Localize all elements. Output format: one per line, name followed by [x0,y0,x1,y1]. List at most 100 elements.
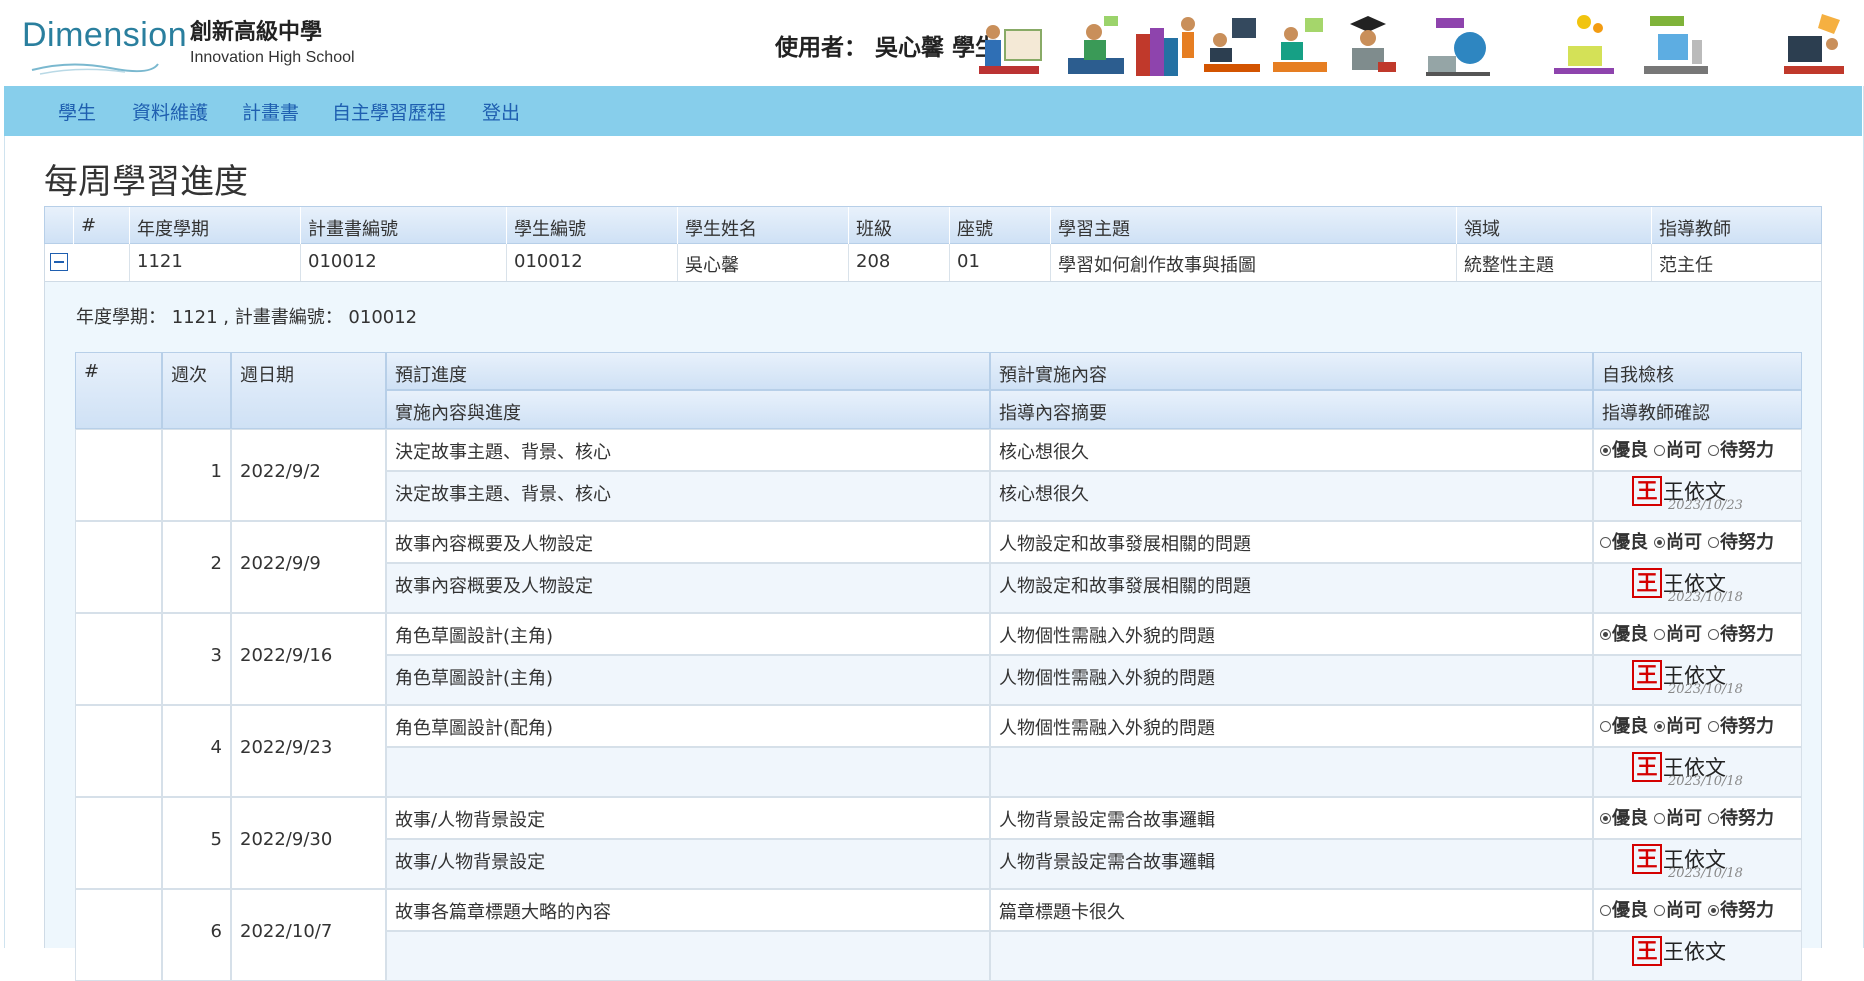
radio-dot-icon[interactable] [1708,537,1719,548]
inner-header-guidance[interactable]: 指導內容摘要 [990,390,1593,429]
inner-header-num[interactable]: # [75,352,162,429]
radio-dot-icon[interactable] [1654,537,1665,548]
self-check-cell: 優良 尚可 待努力 [1593,429,1802,471]
col-header-plan-id[interactable]: 計畫書編號 [308,215,398,241]
teacher-signature: 王王依文 2023/10/18 [1632,844,1743,881]
self-check-radio-0[interactable]: 優良 [1600,896,1648,922]
actual-progress-text: 故事/人物背景設定 [395,852,546,873]
col-header-teacher[interactable]: 指導教師 [1659,215,1731,241]
week-date-cell: 2022/10/7 [231,889,386,981]
collapse-toggle-icon[interactable] [50,253,68,271]
inner-header-teacher-confirm[interactable]: 指導教師確認 [1593,390,1802,429]
radio-dot-icon[interactable] [1708,905,1719,916]
col-header-student-name[interactable]: 學生姓名 [685,215,757,241]
inner-header-planned[interactable]: 預訂進度 [386,352,990,390]
sign-date: 2023/10/23 [1668,498,1743,513]
radio-dot-icon[interactable] [1654,445,1665,456]
planned-content-cell: 篇章標題卡很久 [990,889,1593,931]
radio-dot-icon[interactable] [1654,629,1665,640]
week-number-cell: 4 [162,705,231,797]
inner-header-week[interactable]: 週次 [162,352,231,429]
week-date-cell: 2022/9/2 [231,429,386,521]
graduate-laptop-illustration-icon [1350,16,1396,72]
table-row[interactable]: 1121 010012 010012 吳心馨 208 01 學習如何創作故事與插… [44,244,1822,282]
self-check-radio-0[interactable]: 優良 [1600,436,1648,462]
planned-progress-cell: 角色草圖設計(主角) [386,613,990,655]
col-header-num[interactable]: # [81,215,96,236]
col-header-student-id[interactable]: 學生編號 [514,215,586,241]
week-number-cell: 6 [162,889,231,981]
radio-dot-icon[interactable] [1600,905,1611,916]
teacher-seal-icon: 王 [1632,476,1662,506]
self-check-radio-0[interactable]: 優良 [1600,804,1648,830]
radio-label: 待努力 [1720,808,1774,829]
self-check-radio-2[interactable]: 待努力 [1708,620,1774,646]
nav-item-student[interactable]: 學生 [58,98,96,125]
next-level-globe-illustration-icon [1426,18,1490,76]
radio-dot-icon[interactable] [1600,537,1611,548]
radio-dot-icon[interactable] [1654,813,1665,824]
inner-header-actual[interactable]: 實施內容與進度 [386,390,990,429]
week-number-cell: 5 [162,797,231,889]
cell-plan-id: 010012 [308,251,377,272]
col-header-class[interactable]: 班級 [856,215,892,241]
radio-dot-icon[interactable] [1708,445,1719,456]
self-check-radio-2[interactable]: 待努力 [1708,804,1774,830]
actual-progress-cell: 故事內容概要及人物設定 [386,563,990,613]
self-check-radio-0[interactable]: 優良 [1600,712,1648,738]
nav-item-data-maintenance[interactable]: 資料維護 [132,98,208,125]
inner-header-planned-content[interactable]: 預計實施內容 [990,352,1593,390]
col-header-topic[interactable]: 學習主題 [1058,215,1130,241]
self-check-radio-2[interactable]: 待努力 [1708,528,1774,554]
week-date: 2022/10/7 [240,921,333,942]
self-check-radio-2[interactable]: 待努力 [1708,712,1774,738]
sign-date: 2023/10/18 [1668,590,1743,605]
actual-progress-cell [386,931,990,981]
self-check-radio-1[interactable]: 尚可 [1654,712,1702,738]
actual-progress-cell: 決定故事主題、背景、核心 [386,471,990,521]
self-check-radio-1[interactable]: 尚可 [1654,620,1702,646]
col-header-semester[interactable]: 年度學期 [137,215,209,241]
week-date: 2022/9/9 [240,553,321,574]
detail-caption: 年度學期： 1121 , 計畫書編號： 010012 [76,307,418,328]
radio-dot-icon[interactable] [1600,629,1611,640]
radio-dot-icon[interactable] [1600,721,1611,732]
self-check-radio-1[interactable]: 尚可 [1654,804,1702,830]
radio-dot-icon[interactable] [1600,445,1611,456]
self-check-radio-1[interactable]: 尚可 [1654,528,1702,554]
nav-item-logout[interactable]: 登出 [482,98,520,125]
nav-item-plan[interactable]: 計畫書 [242,98,299,125]
col-header-seat[interactable]: 座號 [957,215,993,241]
guidance-summary-cell: 人物設定和故事發展相關的問題 [990,563,1593,613]
week-row-num-cell [75,429,162,521]
radio-dot-icon[interactable] [1654,905,1665,916]
planned-content-cell: 人物個性需融入外貌的問題 [990,705,1593,747]
self-check-radio-2[interactable]: 待努力 [1708,896,1774,922]
inner-header-self-check[interactable]: 自我檢核 [1593,352,1802,390]
planned-progress-cell: 決定故事主題、背景、核心 [386,429,990,471]
self-check-radio-1[interactable]: 尚可 [1654,896,1702,922]
actual-progress-cell: 角色草圖設計(主角) [386,655,990,705]
self-check-radio-0[interactable]: 優良 [1600,620,1648,646]
guidance-summary-text: 核心想很久 [999,484,1089,505]
week-number: 3 [210,645,222,666]
self-check-radio-0[interactable]: 優良 [1600,528,1648,554]
teacher-seal-icon: 王 [1632,752,1662,782]
radio-dot-icon[interactable] [1708,813,1719,824]
nav-item-learning-history[interactable]: 自主學習歷程 [332,98,446,125]
radio-dot-icon[interactable] [1654,721,1665,732]
planned-progress-cell: 故事內容概要及人物設定 [386,521,990,563]
inner-header-date[interactable]: 週日期 [231,352,386,429]
cell-semester: 1121 [137,251,183,272]
radio-dot-icon[interactable] [1600,813,1611,824]
student-laptop-illustration-icon [1204,18,1260,72]
guidance-summary-cell: 核心想很久 [990,471,1593,521]
radio-dot-icon[interactable] [1708,721,1719,732]
radio-label: 尚可 [1666,440,1702,461]
self-check-radio-2[interactable]: 待努力 [1708,436,1774,462]
col-header-domain[interactable]: 領域 [1464,215,1500,241]
books-student-illustration-icon [1136,17,1195,76]
self-check-radio-1[interactable]: 尚可 [1654,436,1702,462]
radio-dot-icon[interactable] [1708,629,1719,640]
student-desk-illustration-icon [1273,18,1327,72]
